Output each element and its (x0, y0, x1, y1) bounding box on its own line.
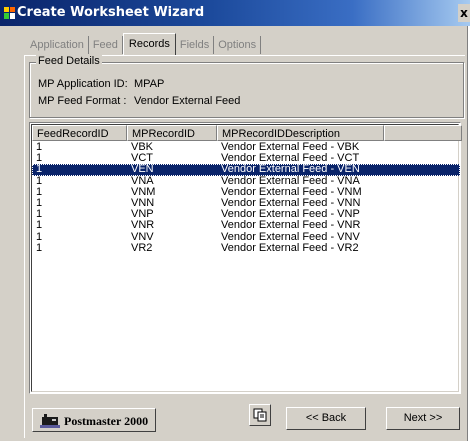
mp-record-id-cell: VNN (131, 197, 155, 209)
description-cell: Vendor External Feed - VCT (221, 153, 360, 165)
mp-record-id-cell: VNM (131, 186, 156, 198)
description-cell: Vendor External Feed - VNP (221, 209, 360, 221)
window-title: Create Worksheet Wizard (17, 5, 205, 20)
tab-options[interactable]: Options (214, 36, 262, 54)
description-cell: Vendor External Feed - VBK (221, 142, 360, 153)
app-id-label: MP Application ID: (38, 78, 128, 90)
description-cell: Vendor External Feed - VNM (221, 186, 362, 198)
feed-record-id-cell: 1 (36, 153, 43, 165)
tab-fields[interactable]: Fields (176, 36, 215, 54)
logo-text: Postmaster 2000 (64, 414, 149, 428)
feed-record-id-cell: 1 (36, 175, 43, 187)
tab-feed[interactable]: Feed (89, 36, 123, 54)
table-row[interactable]: 1 VNP Vendor External Feed - VNP (32, 209, 460, 220)
tab-strip: Application Feed Records Fields Options (26, 33, 262, 55)
mp-record-id-cell: VCT (131, 153, 153, 165)
table-row[interactable]: 1 VEN Vendor External Feed - VEN (32, 164, 460, 176)
table-row[interactable]: 1 VNM Vendor External Feed - VNM (32, 187, 460, 198)
feed-record-id-cell: 1 (36, 186, 43, 198)
description-cell: Vendor External Feed - VNR (221, 220, 361, 232)
feed-record-id-cell: 1 (36, 197, 43, 209)
description-cell: Vendor External Feed - VNV (221, 231, 360, 243)
tab-records[interactable]: Records (122, 33, 176, 55)
mp-record-id-cell: VEN (131, 164, 154, 176)
table-row[interactable]: 1 VNR Vendor External Feed - VNR (32, 220, 460, 231)
feed-record-id-cell: 1 (36, 142, 43, 153)
mp-record-id-cell: VR2 (131, 242, 153, 254)
feed-record-id-cell: 1 (36, 164, 43, 176)
feed-format-label: MP Feed Format : (38, 95, 127, 107)
feed-record-id-cell: 1 (36, 209, 43, 221)
copy-button[interactable] (249, 404, 271, 426)
feed-details-legend: Feed Details (36, 55, 102, 67)
table-row[interactable]: 1 VNN Vendor External Feed - VNN (32, 198, 460, 209)
postmaster-logo: Postmaster 2000 (32, 408, 156, 432)
mp-record-id-cell: VNP (131, 209, 154, 221)
feed-record-id-cell: 1 (36, 220, 43, 232)
mp-record-id-cell: VNA (131, 175, 154, 187)
feed-record-id-cell: 1 (36, 242, 43, 254)
mp-record-id-cell: VNR (131, 220, 155, 232)
table-row[interactable]: 1 VCT Vendor External Feed - VCT (32, 153, 460, 164)
close-button[interactable]: x (458, 4, 470, 22)
wizard-window: Create Worksheet Wizard x Application Fe… (0, 0, 470, 441)
table-row[interactable]: 1 VR2 Vendor External Feed - VR2 (32, 243, 460, 254)
description-cell: Vendor External Feed - VR2 (221, 242, 359, 254)
app-icon (4, 7, 15, 19)
list-header: FeedRecordID MPRecordID MPRecordIDDescri… (32, 125, 462, 141)
description-cell: Vendor External Feed - VEN (221, 164, 360, 176)
table-row[interactable]: 1 VNV Vendor External Feed - VNV (32, 232, 460, 243)
feed-format-value: Vendor External Feed (134, 95, 241, 107)
back-button[interactable]: << Back (286, 407, 366, 430)
tab-application[interactable]: Application (26, 36, 89, 54)
app-id-value: MPAP (134, 78, 165, 90)
title-bar[interactable]: Create Worksheet Wizard x (0, 0, 470, 26)
mp-record-id-cell: VNV (131, 231, 154, 243)
list-rows: 1 VBK Vendor External Feed - VBK 1 VCT Vendor… (32, 142, 460, 254)
table-row[interactable]: 1 VNA Vendor External Feed - VNA (32, 176, 460, 187)
column-header-mprecordid[interactable]: MPRecordID (127, 125, 217, 141)
column-header-description[interactable]: MPRecordIDDescription (217, 125, 384, 141)
description-cell: Vendor External Feed - VNA (221, 175, 360, 187)
copy-icon (253, 408, 267, 422)
column-header-blank[interactable] (384, 125, 462, 141)
feed-details-group (29, 62, 464, 118)
column-header-feedrecordid[interactable]: FeedRecordID (32, 125, 127, 141)
table-row[interactable]: 1 VBK Vendor External Feed - VBK (32, 142, 460, 153)
mailbox-icon (40, 414, 60, 428)
feed-record-id-cell: 1 (36, 231, 43, 243)
mp-record-id-cell: VBK (131, 142, 154, 153)
description-cell: Vendor External Feed - VNN (221, 197, 361, 209)
next-button[interactable]: Next >> (386, 407, 460, 430)
records-list[interactable]: FeedRecordID MPRecordID MPRecordIDDescri… (29, 122, 462, 394)
